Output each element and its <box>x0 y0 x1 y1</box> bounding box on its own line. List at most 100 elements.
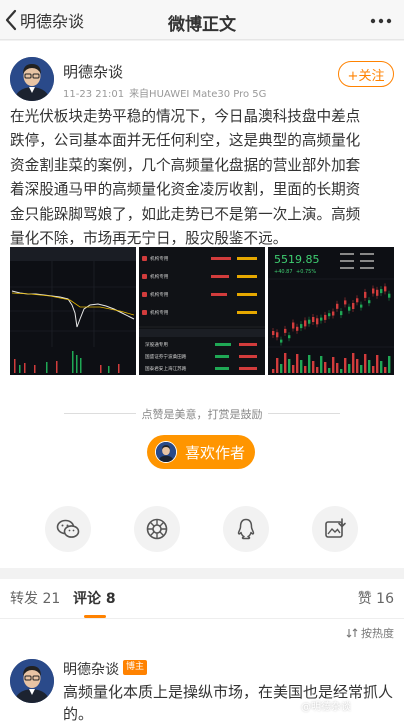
post-card: 明德杂谈 11-23 21:01 来自HUAWEI Mate30 Pro 5G +… <box>0 41 404 568</box>
candle-body <box>368 300 371 304</box>
candle-body <box>272 331 275 335</box>
index-change: +40.87 <box>274 269 293 275</box>
author-name[interactable]: 明德杂谈 <box>63 61 123 82</box>
wechat-icon <box>56 519 80 538</box>
volume-bar <box>280 364 283 373</box>
volume-bar <box>308 355 311 373</box>
candle-body <box>376 289 379 296</box>
post-time: 11-23 21:01 <box>63 89 125 100</box>
tab-comments[interactable]: 评论 8 <box>73 588 116 608</box>
candle-body <box>364 291 367 298</box>
index-price: 5519.85 <box>274 253 320 266</box>
back-button[interactable]: 明德杂谈 <box>4 6 84 34</box>
volume-bar <box>292 365 295 373</box>
tab-repost[interactable]: 转发 21 <box>10 588 60 608</box>
reward-hint: 点赞是美意，打赏是鼓励 <box>141 408 263 421</box>
chevron-left-icon <box>5 9 17 31</box>
candle-body <box>360 304 363 308</box>
navigation-bar: 明德杂谈 微博正文 <box>0 0 404 40</box>
follow-button[interactable]: +关注 <box>338 61 394 87</box>
volume-bar <box>340 369 343 373</box>
candle-body <box>344 300 347 305</box>
image-thumbnail-3[interactable]: 5519.85 +40.87 +0.75% <box>268 247 394 375</box>
volume-bar <box>324 362 327 373</box>
post-source: 来自HUAWEI Mate30 Pro 5G <box>129 89 267 100</box>
volume-bar <box>376 355 379 373</box>
volume-bar <box>304 366 307 373</box>
candle-body <box>316 318 319 325</box>
candle-body <box>300 324 303 329</box>
broker-row-3: 机构专用 <box>150 291 169 298</box>
candle-body <box>312 317 315 322</box>
volume-bar <box>312 361 315 373</box>
image-thumbnail-2[interactable]: 机构专用 机构专用 机构专用 机构专用 机构专用 深股通专用 国盛证券宁波桑田路… <box>139 247 265 375</box>
kline-chart-thumbnail: 5519.85 +40.87 +0.75% <box>268 247 394 375</box>
candle-body <box>308 319 311 324</box>
post-text-line: 金只能跺脚骂娘了，如此走势已不是第一次上演。高频 <box>10 205 361 223</box>
more-button[interactable] <box>368 8 394 34</box>
volume-bar <box>368 360 371 373</box>
share-moments-button[interactable] <box>134 506 180 552</box>
volume-bar <box>328 368 331 373</box>
author-avatar[interactable] <box>10 57 54 101</box>
tab-likes[interactable]: 赞 16 <box>358 588 394 608</box>
candle-body <box>304 320 307 327</box>
author-avatar-small <box>155 441 177 463</box>
comment-item: 明德杂谈 博主 高频量化本质上是操纵市场，在美国也是经常抓人 的。 <box>0 647 404 726</box>
broker-list-thumbnail: 机构专用 机构专用 机构专用 机构专用 机构专用 深股通专用 国盛证券宁波桑田路… <box>139 247 265 375</box>
post-text-line: 资金割韭菜的案例，几个高频量化盘据的营业部外加套 <box>10 156 361 174</box>
candle-body <box>388 293 391 298</box>
back-label: 明德杂谈 <box>20 12 85 31</box>
post-text-line: 跌停，公司基本面并无任何利空，这是典型的高频量化 <box>10 132 361 150</box>
image-grid: 机构专用 机构专用 机构专用 机构专用 机构专用 深股通专用 国盛证券宁波桑田路… <box>10 247 394 375</box>
volume-bar <box>380 361 383 373</box>
share-wechat-button[interactable] <box>45 506 91 552</box>
volume-bar <box>320 356 323 373</box>
broker-row-8: 国泰君安上海江苏路 <box>145 365 187 372</box>
divider-right <box>268 413 340 414</box>
share-qq-button[interactable] <box>223 506 269 552</box>
candle-body <box>332 311 335 316</box>
volume-bar <box>372 366 375 373</box>
watermark: @明德杂谈 <box>301 702 351 713</box>
commenter-avatar[interactable] <box>10 659 54 703</box>
save-image-button[interactable] <box>312 506 358 552</box>
person-portrait-icon <box>156 442 176 462</box>
index-change-pct: +0.75% <box>296 269 316 275</box>
candle-body <box>276 332 279 338</box>
volume-bar <box>360 365 363 373</box>
broker-row-4: 机构专用 <box>150 309 169 316</box>
volume-bar <box>356 359 359 373</box>
candle-body <box>380 289 383 294</box>
candle-body <box>320 317 323 321</box>
author-badge: 博主 <box>123 660 148 675</box>
candle-body <box>292 322 295 329</box>
commenter-name[interactable]: 明德杂谈 <box>63 659 119 679</box>
candle-body <box>280 339 283 343</box>
volume-bar <box>348 364 351 373</box>
candle-body <box>352 303 355 309</box>
volume-bar <box>336 363 339 373</box>
post-meta: 11-23 21:01 来自HUAWEI Mate30 Pro 5G <box>63 85 271 100</box>
volume-bar <box>296 354 299 373</box>
person-portrait-icon <box>10 57 54 101</box>
volume-bar <box>276 358 279 373</box>
like-author-label: 喜欢作者 <box>185 443 246 462</box>
intraday-chart-thumbnail <box>10 247 136 375</box>
sort-by-hot-button[interactable]: 按热度 <box>346 625 394 641</box>
volume-bar <box>352 353 355 373</box>
like-author-button[interactable]: 喜欢作者 <box>147 435 255 469</box>
image-thumbnail-1[interactable] <box>10 247 136 375</box>
candle-body <box>340 311 343 316</box>
volume-bar <box>332 357 335 373</box>
volume-bar <box>364 354 367 373</box>
sort-label: 按热度 <box>361 627 394 640</box>
volume-bar <box>384 367 387 373</box>
comment-tabs: 转发 21 评论 8 赞 16 <box>0 579 404 619</box>
broker-row-7: 国盛证券宁波桑田路 <box>145 353 187 360</box>
candle-body <box>372 288 375 294</box>
candle-body <box>288 335 291 339</box>
save-image-icon <box>325 518 346 538</box>
volume-bar <box>344 358 347 373</box>
person-portrait-icon <box>10 659 54 703</box>
